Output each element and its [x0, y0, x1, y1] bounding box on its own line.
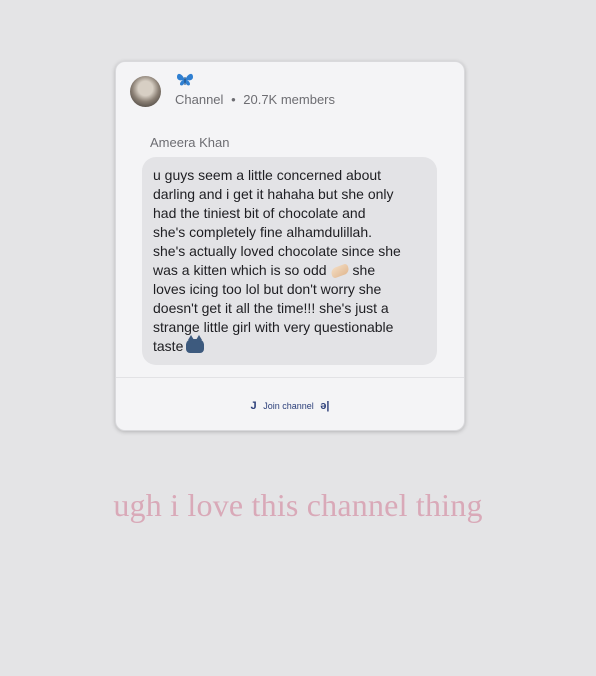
channel-label: Channel [175, 92, 224, 107]
message-line: u guys seem a little concerned about [153, 167, 382, 183]
join-right-glyph: ǝ| [320, 400, 330, 412]
meta-separator: • [231, 92, 236, 107]
channel-avatar[interactable] [130, 76, 161, 107]
message-line: she's completely fine alhamdulillah. [153, 224, 373, 240]
message-bubble: u guys seem a little concerned about dar… [142, 157, 437, 365]
join-channel-button[interactable]: J Join channel ǝ| [116, 400, 464, 412]
message-line: she's actually loved chocolate since she [153, 243, 401, 259]
message-line: doesn't get it all the time!!! she's jus… [153, 300, 389, 316]
message-line-with-emoji: was a kitten which is so odd she [153, 261, 427, 280]
message-text: she [352, 262, 376, 278]
channel-preview-card: Channel • 20.7K members Ameera Khan u gu… [115, 61, 465, 431]
divider [116, 377, 464, 378]
message-text: taste [153, 338, 184, 354]
message-line: loves icing too lol but don't worry she [153, 281, 382, 297]
channel-meta: Channel • 20.7K members [175, 92, 335, 107]
join-left-glyph: J [250, 400, 257, 412]
cat-emoji-icon [186, 335, 205, 353]
join-channel-label: Join channel [263, 401, 314, 411]
story-caption: ugh i love this channel thing [113, 487, 483, 523]
pointing-hand-emoji-icon [329, 263, 350, 280]
message-text: was a kitten which is so odd [153, 262, 327, 278]
butterfly-icon [177, 73, 193, 86]
message-line: darling and i get it hahaha but she only [153, 186, 394, 202]
message-line-with-emoji: taste [153, 335, 427, 356]
member-count: 20.7K members [243, 92, 336, 107]
message-line: had the tiniest bit of chocolate and [153, 205, 366, 221]
message-author: Ameera Khan [150, 135, 230, 150]
